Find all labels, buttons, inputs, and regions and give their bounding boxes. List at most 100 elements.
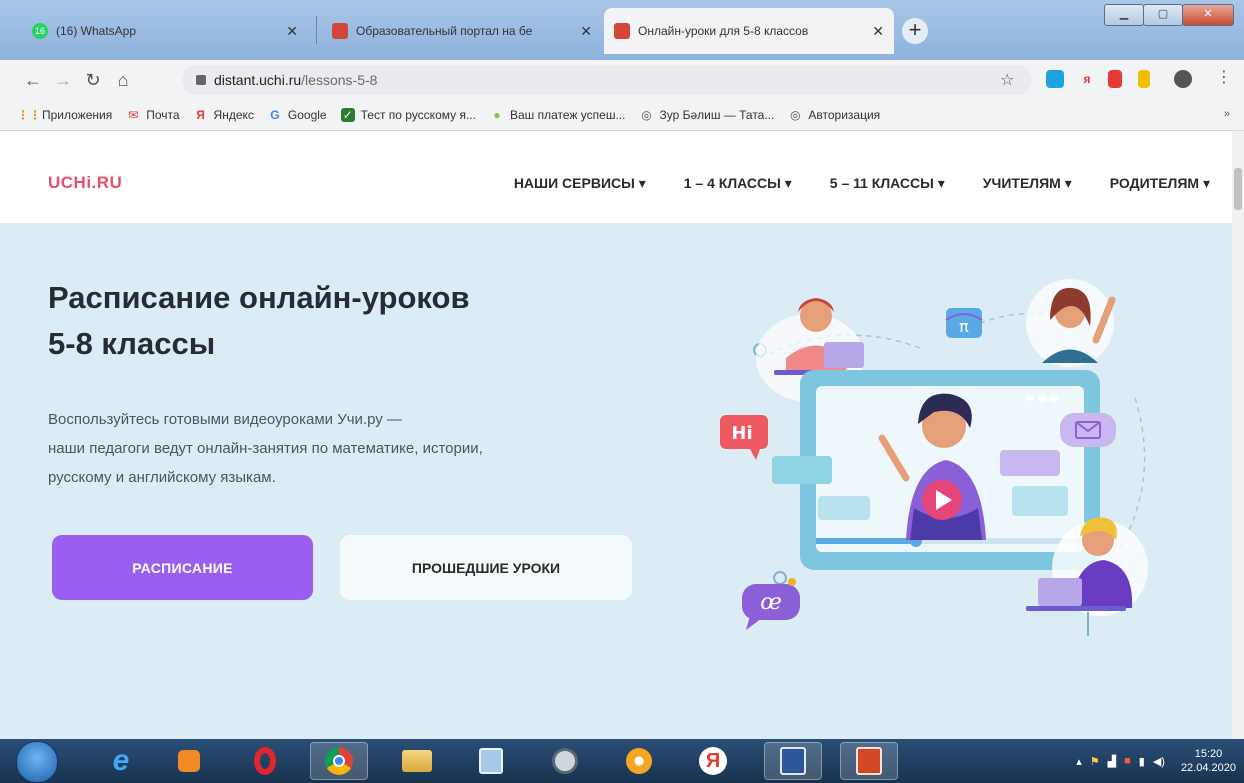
close-icon[interactable]: ✕ <box>580 23 592 40</box>
flag-extension-icon[interactable] <box>1138 70 1150 88</box>
globe-icon: ◎ <box>641 108 652 122</box>
bookmark-label: Яндекс <box>213 108 254 122</box>
mail-bubble <box>1060 413 1116 447</box>
schedule-button[interactable]: РАСПИСАНИЕ <box>52 535 313 600</box>
nav-teachers[interactable]: УЧИТЕЛЯМ ▾ <box>983 175 1072 192</box>
bookmark-label: Ваш платеж успеш... <box>509 108 626 122</box>
forward-icon[interactable]: → <box>48 70 78 91</box>
antivirus-icon[interactable]: ■ <box>1124 755 1131 767</box>
close-icon[interactable]: ✕ <box>286 23 298 40</box>
bookmark-extension-icon[interactable] <box>1108 70 1122 88</box>
desc-line-2: наши педагоги ведут онлайн-занятия по ма… <box>48 440 483 457</box>
new-tab-button[interactable]: + <box>902 18 928 44</box>
powerpoint-icon[interactable] <box>840 742 898 780</box>
uchi-icon <box>614 23 630 39</box>
maximize-icon[interactable]: ▢ <box>1143 4 1183 26</box>
bookmark-payment[interactable]: ● Ваш платеж успеш... <box>490 108 625 122</box>
teacher-figure-top-right <box>1026 279 1116 367</box>
nav-our-services[interactable]: НАШИ СЕРВИСЫ ▾ <box>514 175 646 192</box>
battery-icon[interactable]: ▮ <box>1139 755 1145 768</box>
media-player-icon[interactable] <box>160 742 218 780</box>
bookmark-label: Тест по русскому я... <box>360 108 476 122</box>
bookmark-label: Почта <box>146 108 180 122</box>
site-logo[interactable]: UCHi.RU <box>48 173 122 193</box>
yandex-extension-icon[interactable]: я <box>1078 70 1096 88</box>
bookmark-google[interactable]: G Google <box>268 108 326 122</box>
tab-strip: 16 (16) WhatsApp ✕ Образовательный порта… <box>0 0 1244 60</box>
bookmark-authorization[interactable]: ◎ Авторизация <box>788 108 880 122</box>
page-title: Расписание онлайн-уроков 5-8 классы <box>48 275 668 367</box>
internet-explorer-icon[interactable]: e <box>92 742 150 780</box>
oe-label: œ <box>760 590 782 615</box>
document-viewer-icon[interactable] <box>462 742 520 780</box>
check-icon: ✓ <box>340 108 355 122</box>
apps-grid-icon: ⋮⋮ <box>17 108 41 122</box>
hi-label: Hi <box>731 423 752 444</box>
network-icon[interactable]: ▟ <box>1108 755 1116 768</box>
skype-extension-icon[interactable] <box>1046 70 1064 88</box>
clock[interactable]: 15:20 22.04.2020 <box>1181 747 1236 775</box>
word-icon[interactable] <box>764 742 822 780</box>
nav-grades-1-4[interactable]: 1 – 4 КЛАССЫ ▾ <box>684 175 792 192</box>
tab-separator <box>316 16 317 44</box>
address-bar[interactable]: distant.uchi.ru/lessons-5-8 <box>182 65 1032 95</box>
close-icon[interactable]: ✕ <box>872 23 884 40</box>
whatsapp-icon: 16 <box>32 23 48 39</box>
lock-icon <box>196 75 206 85</box>
bookmark-mail[interactable]: ✉ Почта <box>126 108 179 122</box>
reload-icon[interactable]: ↻ <box>78 70 108 91</box>
google-icon: G <box>270 108 280 122</box>
opera-icon[interactable] <box>236 742 294 780</box>
bookmark-label: Авторизация <box>808 108 881 122</box>
settings-gear-icon[interactable] <box>610 742 668 780</box>
hero-description: Воспользуйтесь готовыми видеоуроками Учи… <box>48 405 668 492</box>
nav-grades-5-11[interactable]: 5 – 11 КЛАССЫ ▾ <box>830 175 945 192</box>
past-lessons-button[interactable]: ПРОШЕДШИЕ УРОКИ <box>340 535 632 600</box>
windows-start-icon[interactable] <box>16 741 58 783</box>
bookmark-yandex[interactable]: Я Яндекс <box>194 108 254 122</box>
bookmark-zur-balish[interactable]: ◎ Зур Бәлиш — Тата... <box>639 108 774 122</box>
desc-line-1: Воспользуйтесь готовыми видеоуроками Учи… <box>48 411 402 428</box>
bookmark-label: Зур Бәлиш — Тата... <box>659 108 775 122</box>
title-line-2: 5-8 классы <box>48 326 216 361</box>
volume-icon[interactable]: ◀) <box>1153 755 1165 768</box>
main-nav: НАШИ СЕРВИСЫ ▾ 1 – 4 КЛАССЫ ▾ 5 – 11 КЛА… <box>476 175 1210 192</box>
pi-badge: π <box>945 308 983 338</box>
site-header: UCHi.RU НАШИ СЕРВИСЫ ▾ 1 – 4 КЛАССЫ ▾ 5 … <box>0 131 1232 224</box>
online-lesson-illustration: π Hi œ <box>720 279 1148 636</box>
film-reel-icon[interactable] <box>536 742 594 780</box>
tab-portal[interactable]: Образовательный портал на бе ✕ <box>322 8 602 54</box>
menu-icon[interactable]: ⋮ <box>1216 70 1232 88</box>
bookmark-star-icon[interactable]: ☆ <box>1000 70 1014 90</box>
tab-whatsapp[interactable]: 16 (16) WhatsApp ✕ <box>22 8 308 54</box>
chrome-icon[interactable] <box>310 742 368 780</box>
tab-uchi-lessons[interactable]: Онлайн-уроки для 5-8 классов ✕ <box>604 8 894 54</box>
tab-title: Онлайн-уроки для 5-8 классов <box>638 24 809 38</box>
page-scrollbar[interactable] <box>1232 131 1244 739</box>
bookmarks-bar: ⋮⋮ Приложения ✉ Почта Я Яндекс G Google … <box>0 100 1244 131</box>
hero-section: Расписание онлайн-уроков 5-8 классы Восп… <box>0 223 1232 739</box>
nav-parents[interactable]: РОДИТЕЛЯМ ▾ <box>1110 175 1210 192</box>
back-icon[interactable]: ← <box>18 70 48 91</box>
bookmark-label: Приложения <box>42 108 113 122</box>
flag-icon[interactable]: ⚑ <box>1090 755 1100 768</box>
yandex-browser-icon[interactable]: Я <box>684 742 742 780</box>
home-icon[interactable]: ⌂ <box>108 70 138 91</box>
desc-line-3: русскому и английскому языкам. <box>48 469 276 486</box>
url-path: /lessons-5-8 <box>301 72 378 88</box>
tab-title: Образовательный портал на бе <box>356 24 533 38</box>
bookmark-russian-test[interactable]: ✓ Тест по русскому я... <box>340 108 476 122</box>
pi-label: π <box>959 317 969 336</box>
bookmark-apps[interactable]: ⋮⋮ Приложения <box>17 108 113 122</box>
file-explorer-icon[interactable] <box>388 742 446 780</box>
show-hidden-icons[interactable]: ▴ <box>1076 755 1082 768</box>
clock-time: 15:20 <box>1194 748 1223 760</box>
clock-date: 22.04.2020 <box>1180 762 1236 774</box>
system-tray: ▴ ⚑ ▟ ■ ▮ ◀) 15:20 22.04.2020 <box>1076 743 1236 779</box>
scrollbar-thumb[interactable] <box>1234 168 1242 210</box>
yandex-icon: Я <box>196 108 205 122</box>
window-close-icon[interactable]: ✕ <box>1182 4 1234 26</box>
bookmarks-more-icon[interactable]: » <box>1224 108 1230 120</box>
minimize-icon[interactable]: ▁ <box>1104 4 1144 26</box>
account-icon[interactable] <box>1174 70 1192 88</box>
